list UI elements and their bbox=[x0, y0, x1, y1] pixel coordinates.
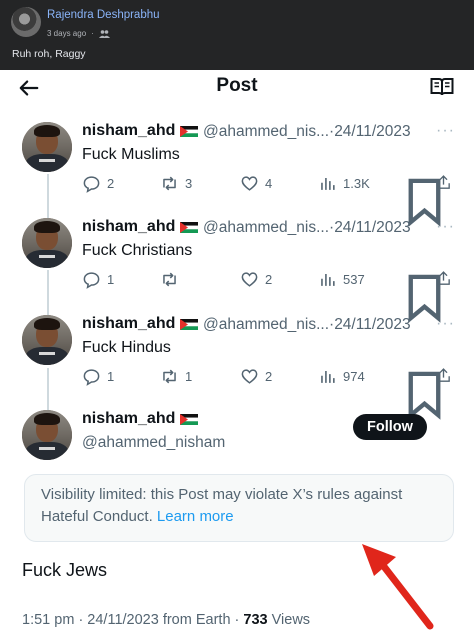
palestine-flag-icon bbox=[180, 125, 199, 137]
thread-post[interactable]: nisham_ahd @ahammed_nis...·24/11/2023 ··… bbox=[0, 122, 474, 227]
display-name[interactable]: nisham_ahd bbox=[82, 410, 199, 428]
handle-and-date: @ahammed_nis...·24/11/2023 bbox=[203, 123, 411, 140]
palestine-flag-icon bbox=[180, 318, 199, 330]
thread-post[interactable]: nisham_ahd @ahammed_nis...·24/11/2023 ··… bbox=[0, 218, 474, 323]
reply-icon bbox=[83, 272, 100, 289]
post-meta: 3 days ago · bbox=[47, 29, 110, 38]
main-post-author: nisham_ahd @ahammed_nisham Follow bbox=[0, 410, 474, 470]
handle-and-date: @ahammed_nis...·24/11/2023 bbox=[203, 219, 411, 236]
heart-icon bbox=[241, 369, 258, 384]
display-name[interactable]: nisham_ahd bbox=[82, 218, 199, 236]
views-button[interactable]: 537 bbox=[318, 270, 365, 289]
share-icon[interactable] bbox=[435, 270, 452, 287]
post-header: Post bbox=[0, 70, 474, 106]
more-dots-icon[interactable]: ··· bbox=[436, 218, 455, 236]
palestine-flag-icon bbox=[180, 413, 199, 425]
heart-icon bbox=[241, 176, 258, 191]
repost-button[interactable] bbox=[160, 270, 185, 289]
display-name[interactable]: nisham_ahd bbox=[82, 122, 199, 140]
post-metadata: 1:51 pm · 24/11/2023 from Earth · 733 Vi… bbox=[22, 612, 311, 628]
views-count: 733 bbox=[243, 612, 268, 628]
reply-button[interactable]: 1 bbox=[82, 367, 114, 386]
poster-name[interactable]: Rajendra Deshprabhu bbox=[47, 9, 160, 21]
x-post-screenshot: Post nisham_ahd @ahammed_nis...·24/11/20… bbox=[0, 70, 474, 636]
share-icon[interactable] bbox=[435, 174, 452, 191]
views-button[interactable]: 1.3K bbox=[318, 174, 370, 193]
dot-separator: · bbox=[91, 29, 94, 38]
learn-more-link[interactable]: Learn more bbox=[157, 508, 234, 525]
visibility-notice: Visibility limited: this Post may violat… bbox=[24, 474, 454, 542]
post-caption: Ruh roh, Raggy bbox=[12, 48, 86, 60]
post-time[interactable]: 1:51 pm bbox=[22, 612, 74, 628]
main-post-text: Fuck Jews bbox=[22, 560, 108, 580]
reader-mode-icon[interactable] bbox=[430, 77, 454, 97]
action-bar: 1 1 2 974 bbox=[82, 367, 452, 420]
heart-icon bbox=[241, 272, 258, 287]
views-button[interactable]: 974 bbox=[318, 367, 365, 386]
like-button[interactable]: 4 bbox=[240, 174, 272, 193]
views-label: Views bbox=[271, 612, 311, 628]
red-annotation-arrow bbox=[362, 544, 434, 630]
action-bar: 2 3 4 1.3K bbox=[82, 174, 452, 227]
like-button[interactable]: 2 bbox=[240, 270, 272, 289]
facebook-post-header: Rajendra Deshprabhu 3 days ago · Ruh roh… bbox=[0, 0, 474, 70]
repost-button[interactable]: 1 bbox=[160, 367, 192, 386]
display-name[interactable]: nisham_ahd bbox=[82, 315, 199, 333]
repost-icon bbox=[163, 369, 176, 384]
post-text: Fuck Hindus bbox=[82, 339, 171, 356]
page-title: Post bbox=[216, 75, 258, 96]
palestine-flag-icon bbox=[180, 221, 199, 233]
thread-post[interactable]: nisham_ahd @ahammed_nis...·24/11/2023 ··… bbox=[0, 315, 474, 420]
avatar[interactable] bbox=[22, 315, 72, 365]
reply-button[interactable]: 2 bbox=[82, 174, 114, 193]
share-icon[interactable] bbox=[435, 367, 452, 384]
handle-and-date: @ahammed_nis...·24/11/2023 bbox=[203, 316, 411, 333]
post-date[interactable]: 24/11/2023 bbox=[87, 612, 159, 628]
post-text: Fuck Muslims bbox=[82, 146, 180, 163]
more-dots-icon[interactable]: ··· bbox=[436, 122, 455, 140]
post-source: from Earth bbox=[162, 612, 231, 628]
views-chart-icon bbox=[321, 370, 335, 383]
action-bar: 1 2 537 bbox=[82, 270, 452, 323]
reply-icon bbox=[83, 369, 100, 386]
avatar[interactable] bbox=[22, 218, 72, 268]
views-chart-icon bbox=[321, 273, 335, 286]
avatar[interactable] bbox=[22, 410, 72, 460]
like-button[interactable]: 2 bbox=[240, 367, 272, 386]
post-time[interactable]: 3 days ago bbox=[47, 29, 86, 38]
poster-avatar[interactable] bbox=[11, 7, 41, 37]
repost-button[interactable]: 3 bbox=[160, 174, 192, 193]
reply-button[interactable]: 1 bbox=[82, 270, 114, 289]
avatar[interactable] bbox=[22, 122, 72, 172]
more-dots-icon[interactable]: ··· bbox=[436, 315, 455, 333]
views-chart-icon bbox=[321, 177, 335, 190]
post-text: Fuck Christians bbox=[82, 242, 193, 259]
repost-icon bbox=[163, 176, 176, 191]
friends-icon bbox=[98, 29, 110, 38]
repost-icon bbox=[163, 272, 176, 287]
handle[interactable]: @ahammed_nisham bbox=[82, 434, 225, 452]
follow-button[interactable]: Follow bbox=[353, 414, 427, 440]
reply-icon bbox=[83, 176, 100, 193]
